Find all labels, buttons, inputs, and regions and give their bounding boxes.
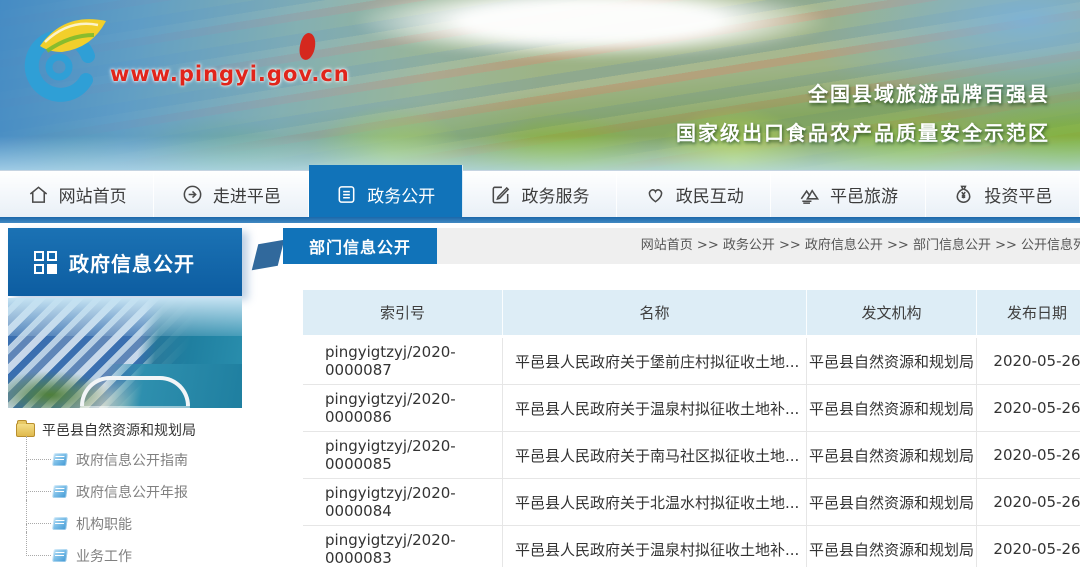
table-row[interactable]: pingyigtzyj/2020-0000085 平邑县人民政府关于南马社区拟征… — [303, 432, 1080, 479]
mountain-icon — [798, 183, 821, 206]
table-row[interactable]: pingyigtzyj/2020-0000087 平邑县人民政府关于堡前庄村拟征… — [303, 338, 1080, 385]
nav-label: 走进平邑 — [213, 182, 281, 207]
nav-label: 投资平邑 — [984, 182, 1052, 207]
sidebar-city-photo — [8, 298, 242, 408]
nav-item-interaction[interactable]: 政民互动 — [617, 171, 771, 217]
nav-label: 政务服务 — [521, 182, 589, 207]
tab-fold-decoration — [252, 240, 284, 271]
cell-agency: 平邑县自然资源和规划局 — [807, 338, 977, 384]
page-icon — [52, 517, 68, 530]
col-header-index: 索引号 — [303, 290, 503, 335]
document-table: 索引号 名称 发文机构 发布日期 pingyigtzyj/2020-000008… — [303, 290, 1080, 567]
tree-item-annual-report[interactable]: 政府信息公开年报 — [26, 476, 242, 508]
banner-blur-patch — [285, 0, 897, 60]
cell-date: 2020-05-26 — [977, 352, 1080, 370]
site-url-text: www.pingyi.gov.cn — [110, 62, 350, 86]
photo-sky — [8, 298, 242, 336]
nav-label: 政务公开 — [367, 182, 435, 207]
tree-root-label: 平邑县自然资源和规划局 — [42, 420, 196, 440]
nav-divider-line — [0, 217, 1080, 223]
nav-item-gov-disclosure[interactable]: 政务公开 — [309, 165, 463, 218]
home-icon — [27, 183, 50, 206]
sidebar-tree: 平邑县自然资源和规划局 政府信息公开指南 政府信息公开年报 机构职能 业务工作 — [8, 416, 242, 567]
cell-date: 2020-05-26 — [977, 446, 1080, 464]
moneybag-icon — [952, 183, 975, 206]
folder-open-icon — [16, 423, 35, 437]
tree-item-label: 政府信息公开年报 — [76, 485, 188, 501]
page-icon — [52, 549, 68, 562]
arrow-circle-icon — [181, 183, 204, 206]
grid-icon — [34, 251, 57, 274]
tree-item-functions[interactable]: 机构职能 — [26, 508, 242, 540]
cell-agency: 平邑县自然资源和规划局 — [807, 432, 977, 478]
cell-agency: 平邑县自然资源和规划局 — [807, 479, 977, 525]
sidebar: 政府信息公开 平邑县自然资源和规划局 政府信息公开指南 政府信息公开年报 机构职… — [8, 228, 242, 567]
cell-index: pingyigtzyj/2020-0000086 — [303, 385, 503, 431]
nav-item-home[interactable]: 网站首页 — [0, 171, 154, 217]
nav-item-tourism[interactable]: 平邑旅游 — [771, 171, 925, 217]
document-icon — [335, 183, 358, 206]
cell-title[interactable]: 平邑县人民政府关于温泉村拟征收土地补... — [503, 385, 807, 431]
site-logo[interactable] — [12, 6, 112, 111]
tree-item-disclosure-guide[interactable]: 政府信息公开指南 — [26, 444, 242, 476]
tree-item-label: 机构职能 — [76, 517, 132, 533]
cell-index: pingyigtzyj/2020-0000087 — [303, 338, 503, 384]
nav-item-about[interactable]: 走进平邑 — [154, 171, 308, 217]
nav-label: 政民互动 — [676, 182, 744, 207]
site-banner: www.pingyi.gov.cn 全国县域旅游品牌百强县 国家级出口食品农产品… — [0, 0, 1080, 170]
col-header-title: 名称 — [503, 290, 807, 335]
cell-title[interactable]: 平邑县人民政府关于南马社区拟征收土地... — [503, 432, 807, 478]
cell-agency: 平邑县自然资源和规划局 — [807, 385, 977, 431]
table-row[interactable]: pingyigtzyj/2020-0000086 平邑县人民政府关于温泉村拟征收… — [303, 385, 1080, 432]
sidebar-title: 政府信息公开 — [69, 248, 195, 277]
breadcrumb-band: 部门信息公开 网站首页 >> 政务公开 >> 政府信息公开 >> 部门信息公开 … — [283, 228, 1080, 264]
table-row[interactable]: pingyigtzyj/2020-0000084 平邑县人民政府关于北温水村拟征… — [303, 479, 1080, 526]
nav-label: 平邑旅游 — [830, 182, 898, 207]
heart-icon — [644, 183, 667, 206]
tree-children: 政府信息公开指南 政府信息公开年报 机构职能 业务工作 — [26, 444, 242, 567]
cell-title[interactable]: 平邑县人民政府关于温泉村拟征收土地补... — [503, 526, 807, 567]
table-header-row: 索引号 名称 发文机构 发布日期 — [303, 290, 1080, 335]
breadcrumb[interactable]: 网站首页 >> 政务公开 >> 政府信息公开 >> 部门信息公开 >> 公开信息… — [641, 228, 1080, 264]
col-header-agency: 发文机构 — [807, 290, 977, 335]
photo-bridge — [80, 376, 190, 406]
main-nav: 网站首页 走进平邑 政务公开 政务服务 政民互动 平邑旅游 — [0, 170, 1080, 217]
page-icon — [52, 485, 68, 498]
cell-date: 2020-05-26 — [977, 493, 1080, 511]
nav-item-invest[interactable]: 投资平邑 — [926, 171, 1080, 217]
page-icon — [52, 453, 68, 466]
nav-label: 网站首页 — [59, 182, 127, 207]
cell-title[interactable]: 平邑县人民政府关于堡前庄村拟征收土地... — [503, 338, 807, 384]
tree-item-label: 业务工作 — [76, 549, 132, 565]
cell-index: pingyigtzyj/2020-0000083 — [303, 526, 503, 567]
cell-title[interactable]: 平邑县人民政府关于北温水村拟征收土地... — [503, 479, 807, 525]
cell-date: 2020-05-26 — [977, 540, 1080, 558]
cell-agency: 平邑县自然资源和规划局 — [807, 526, 977, 567]
tree-item-label: 政府信息公开指南 — [76, 453, 188, 469]
banner-slogan-1: 全国县域旅游品牌百强县 — [808, 78, 1050, 107]
nav-item-gov-service[interactable]: 政务服务 — [463, 171, 617, 217]
sidebar-header: 政府信息公开 — [8, 228, 242, 296]
banner-fade — [0, 136, 1080, 170]
cell-index: pingyigtzyj/2020-0000084 — [303, 479, 503, 525]
col-header-date: 发布日期 — [977, 290, 1080, 335]
tab-department-disclosure[interactable]: 部门信息公开 — [283, 228, 437, 264]
edit-icon — [489, 183, 512, 206]
cell-index: pingyigtzyj/2020-0000085 — [303, 432, 503, 478]
cell-date: 2020-05-26 — [977, 399, 1080, 417]
tree-item-business[interactable]: 业务工作 — [26, 540, 242, 567]
table-row[interactable]: pingyigtzyj/2020-0000083 平邑县人民政府关于温泉村拟征收… — [303, 526, 1080, 567]
